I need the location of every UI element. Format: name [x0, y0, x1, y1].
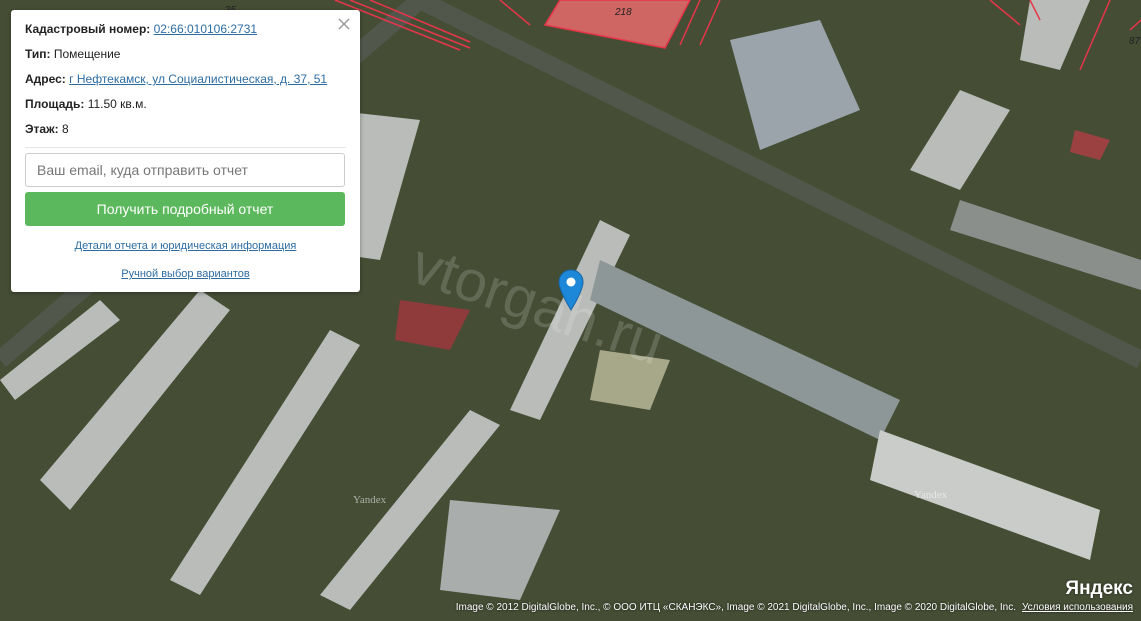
address-row: Адрес: г Нефтекамск, ул Социалистическая…: [25, 72, 346, 87]
email-field[interactable]: [25, 153, 345, 187]
close-icon[interactable]: [336, 16, 352, 32]
address-link[interactable]: г Нефтекамск, ул Социалистическая, д. 37…: [69, 72, 327, 86]
divider: [25, 147, 346, 148]
satellite-map[interactable]: 218 87 35 vtorgah.ru Yandex Yandex Кадас…: [0, 0, 1141, 621]
floor-label: Этаж:: [25, 122, 59, 136]
type-row: Тип: Помещение: [25, 47, 346, 62]
location-pin-icon[interactable]: [558, 269, 584, 311]
attribution-text: Image © 2012 DigitalGlobe, Inc., © ООО И…: [455, 602, 1016, 613]
area-value: 11.50 кв.м.: [87, 97, 147, 111]
manual-selection-link[interactable]: Ручной выбор вариантов: [25, 268, 346, 280]
cadastral-label: Кадастровый номер:: [25, 22, 151, 36]
provider-mark: Yandex: [353, 494, 387, 506]
map-attribution: Image © 2012 DigitalGlobe, Inc., © ООО И…: [456, 602, 1133, 613]
floor-row: Этаж: 8: [25, 122, 346, 137]
type-value: Помещение: [53, 47, 121, 61]
parcel-label: 218: [614, 7, 632, 18]
area-row: Площадь: 11.50 кв.м.: [25, 97, 346, 112]
cadastral-row: Кадастровый номер: 02:66:010106:2731: [25, 22, 346, 37]
property-info-popup: Кадастровый номер: 02:66:010106:2731 Тип…: [11, 10, 360, 292]
cadastral-number-link[interactable]: 02:66:010106:2731: [154, 22, 257, 36]
address-label: Адрес:: [25, 72, 66, 86]
type-label: Тип:: [25, 47, 51, 61]
area-label: Площадь:: [25, 97, 85, 111]
yandex-logo[interactable]: Яндекс: [1065, 578, 1133, 600]
provider-mark: Yandex: [914, 489, 948, 501]
report-details-link[interactable]: Детали отчета и юридическая информация: [25, 240, 346, 252]
terms-link[interactable]: Условия использования: [1022, 602, 1133, 613]
floor-value: 8: [61, 122, 69, 136]
get-report-button[interactable]: Получить подробный отчет: [25, 192, 345, 226]
parcel-label: 87: [1129, 36, 1141, 47]
